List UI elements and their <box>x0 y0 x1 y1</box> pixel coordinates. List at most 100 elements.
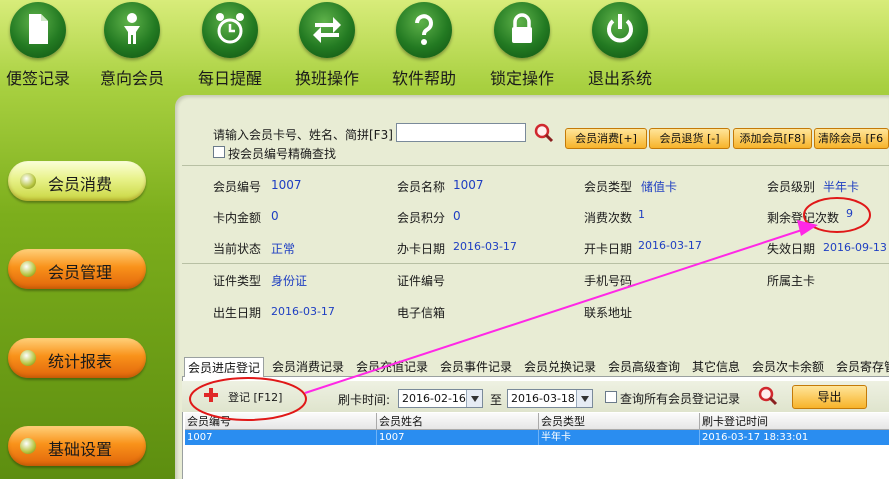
from-date-select[interactable]: 2016-02-16 <box>398 389 483 408</box>
to-date-select[interactable]: 2016-03-18 <box>507 389 593 408</box>
member-type-label: 会员类型 <box>584 180 633 194</box>
toolbar-label: 软件帮助 <box>391 69 456 88</box>
consume-button[interactable]: 会员消费[+] <box>565 128 647 149</box>
table-cell: 1007 <box>185 430 377 445</box>
tab-consume-records[interactable]: 会员消费记录 <box>272 357 344 377</box>
apply-date-label: 办卡日期 <box>397 242 446 256</box>
search-input[interactable] <box>396 123 526 142</box>
note-icon <box>10 2 66 58</box>
birth-value: 2016-03-17 <box>271 305 335 318</box>
points-label: 会员积分 <box>397 211 446 225</box>
email-label: 电子信箱 <box>397 306 446 320</box>
grid-header: 会员编号 会员姓名 会员类型 刷卡登记时间 <box>185 413 889 430</box>
swap-arrows-icon <box>299 2 355 58</box>
status-value: 正常 <box>271 242 296 256</box>
cert-no-label: 证件编号 <box>397 274 446 288</box>
table-cell: 半年卡 <box>539 430 700 445</box>
sidebar-item-members[interactable]: 会员管理 <box>8 249 146 289</box>
column-header[interactable]: 会员编号 <box>185 413 377 430</box>
table-cell: 2016-03-17 18:33:01 <box>702 432 809 443</box>
toolbar-help-button[interactable]: 软件帮助 <box>386 0 462 90</box>
from-date-value: 2016-02-16 <box>402 392 466 405</box>
column-header[interactable]: 刷卡登记时间 <box>700 413 889 430</box>
points-value: 0 <box>453 209 461 223</box>
to-label: 至 <box>490 393 503 407</box>
search-icon[interactable] <box>534 123 554 143</box>
toolbar-shift-button[interactable]: 换班操作 <box>289 0 365 90</box>
tab-recharge-records[interactable]: 会员充值记录 <box>356 357 428 377</box>
table-row[interactable]: 1007 1007 半年卡 2016-03-17 18:33:01 <box>185 430 889 445</box>
toolbar-prospects-button[interactable]: 意向会员 <box>94 0 170 90</box>
tab-other-info[interactable]: 其它信息 <box>692 357 740 377</box>
toolbar-exit-button[interactable]: 退出系统 <box>582 0 658 90</box>
record-tabs: 会员进店登记 会员消费记录 会员充值记录 会员事件记录 会员兑换记录 会员高级查… <box>182 357 889 377</box>
sidebar: 会员消费 会员管理 统计报表 基础设置 <box>0 100 175 479</box>
remaining-value: 9 <box>846 207 853 220</box>
open-date-value: 2016-03-17 <box>638 239 702 252</box>
bullet-icon <box>20 173 36 189</box>
toolbar-notes-button[interactable]: 便签记录 <box>0 0 76 90</box>
cert-type-label: 证件类型 <box>213 274 262 288</box>
power-icon <box>592 2 648 58</box>
open-date-label: 开卡日期 <box>584 242 633 256</box>
expire-date-label: 失效日期 <box>767 242 816 256</box>
sidebar-item-label: 统计报表 <box>48 352 113 371</box>
column-header[interactable]: 会员类型 <box>539 413 700 430</box>
plus-icon[interactable] <box>203 387 219 403</box>
sidebar-item-label: 基础设置 <box>48 440 113 459</box>
divider <box>182 165 889 166</box>
swipe-time-label: 刷卡时间: <box>338 393 391 407</box>
expire-date-value: 2016-09-13 <box>823 241 887 254</box>
tab-event-records[interactable]: 会员事件记录 <box>440 357 512 377</box>
toolbar-lock-button[interactable]: 锁定操作 <box>484 0 560 90</box>
member-name-label: 会员名称 <box>397 180 446 194</box>
tab-exchange-records[interactable]: 会员兑换记录 <box>524 357 596 377</box>
visits-label: 消费次数 <box>584 211 633 225</box>
exact-match-checkbox[interactable] <box>213 146 225 158</box>
sidebar-item-settings[interactable]: 基础设置 <box>8 426 146 466</box>
column-header[interactable]: 会员姓名 <box>377 413 539 430</box>
member-type-value: 储值卡 <box>641 180 678 194</box>
member-id-value: 1007 <box>271 178 302 192</box>
search-icon[interactable] <box>758 386 778 406</box>
tab-advanced-query[interactable]: 会员高级查询 <box>608 357 680 377</box>
search-label: 请输入会员卡号、姓名、简拼[F3] <box>213 128 393 142</box>
tab-times-card-balance[interactable]: 会员次卡余额 <box>752 357 824 377</box>
return-button[interactable]: 会员退货 [-] <box>649 128 730 149</box>
balance-value: 0 <box>271 209 279 223</box>
member-level-label: 会员级别 <box>767 180 816 194</box>
sidebar-item-label: 会员消费 <box>48 175 113 194</box>
clear-member-button[interactable]: 清除会员 [F6 <box>814 128 889 149</box>
toolbar-label: 换班操作 <box>294 69 359 88</box>
toolbar-reminder-button[interactable]: 每日提醒 <box>192 0 268 90</box>
person-icon <box>104 2 160 58</box>
member-level-value: 半年卡 <box>823 180 860 194</box>
remaining-label: 剩余登记次数 <box>767 211 840 225</box>
exact-match-label: 按会员编号精确查找 <box>228 147 337 161</box>
chevron-down-icon[interactable] <box>576 390 592 407</box>
to-date-value: 2016-03-18 <box>511 392 575 405</box>
export-button[interactable]: 导出 <box>792 385 867 409</box>
bullet-icon <box>20 261 36 277</box>
add-member-button[interactable]: 添加会员[F8] <box>733 128 812 149</box>
top-toolbar: 便签记录 意向会员 每日提醒 换班操作 软件帮助 锁定操作 退出系统 <box>0 0 889 92</box>
sidebar-item-reports[interactable]: 统计报表 <box>8 338 146 378</box>
member-name-value: 1007 <box>453 178 484 192</box>
main-card-label: 所属主卡 <box>767 274 816 288</box>
lock-icon <box>494 2 550 58</box>
status-label: 当前状态 <box>213 242 262 256</box>
tab-checkin[interactable]: 会员进店登记 <box>184 357 265 377</box>
divider <box>182 263 889 264</box>
bullet-icon <box>20 350 36 366</box>
bullet-icon <box>20 438 36 454</box>
query-all-checkbox[interactable] <box>605 391 617 403</box>
question-mark-icon <box>396 2 452 58</box>
birth-label: 出生日期 <box>213 306 262 320</box>
tab-deposit[interactable]: 会员寄存管 <box>836 357 889 377</box>
chevron-down-icon[interactable] <box>466 390 482 407</box>
toolbar-label: 每日提醒 <box>197 69 262 88</box>
sidebar-item-label: 会员管理 <box>48 263 113 282</box>
register-button[interactable]: 登记 [F12] <box>228 389 282 405</box>
sidebar-item-consume[interactable]: 会员消费 <box>8 161 146 201</box>
member-id-label: 会员编号 <box>213 180 262 194</box>
